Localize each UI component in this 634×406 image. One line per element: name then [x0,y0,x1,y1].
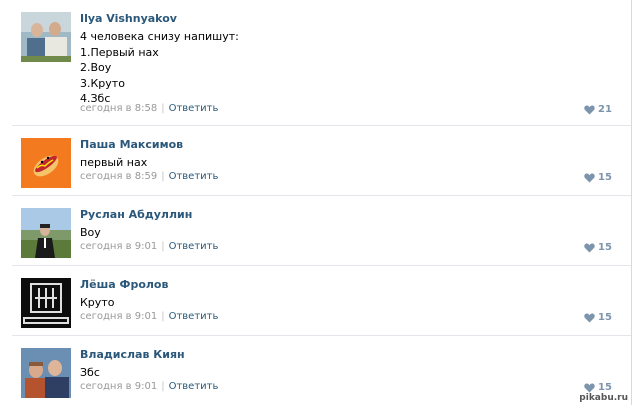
like-count: 15 [598,172,612,183]
heart-icon [584,243,595,252]
like-button[interactable]: 21 [584,104,612,115]
comment-text: первый нах [80,155,147,171]
comment-text-line: Воу [80,226,101,239]
comment-time[interactable]: сегодня в 9:01 [80,381,157,392]
comment-item: Паша Максимов первый нах сегодня в 8:59 |… [0,126,631,196]
comment-author[interactable]: Руслан Абдуллин [80,208,192,221]
comment-item: Ilya Vishnyakov 4 человека снизу напишут… [0,0,631,126]
comment-meta: сегодня в 8:58 | Ответить [80,103,218,114]
comment-item: Лёша Фролов Круто сегодня в 9:01 | Ответит… [0,266,631,336]
like-button[interactable]: 15 [584,312,612,323]
comment-author[interactable]: Лёша Фролов [80,278,168,291]
heart-icon [584,313,595,322]
comment-text: Збс [80,365,100,381]
avatar-group-of-boys-icon [21,348,71,398]
meta-divider: | [161,381,165,392]
comment-time[interactable]: сегодня в 9:01 [80,311,157,322]
meta-divider: | [161,241,165,252]
reply-link[interactable]: Ответить [169,171,219,182]
reply-link[interactable]: Ответить [169,311,219,322]
like-count: 15 [598,312,612,323]
comment-meta: сегодня в 9:01 | Ответить [80,311,218,322]
comment-meta: сегодня в 9:01 | Ответить [80,381,218,392]
meta-divider: | [161,103,165,114]
comment-item: Владислав Киян Збс сегодня в 9:01 | Ответи… [0,336,631,406]
comment-meta: сегодня в 9:01 | Ответить [80,241,218,252]
comment-text-line: 4 человека снизу напишут: [80,30,239,43]
comment-text: Воу [80,225,101,241]
avatar-two-young-men-icon [21,12,71,62]
comment-text-line: 2.Воу [80,61,112,74]
site-watermark: pikabu.ru [579,393,628,403]
comment-author[interactable]: Ilya Vishnyakov [80,12,177,25]
like-button[interactable]: 15 [584,382,612,393]
comment-text-line: первый нах [80,156,148,169]
page-right-border [631,0,632,405]
comment-time[interactable]: сегодня в 9:01 [80,241,157,252]
comment-text-line: Круто [80,296,115,309]
comment-text-line: 1.Первый нах [80,45,159,59]
comment-item: Руслан Абдуллин Воу сегодня в 9:01 | Ответ… [0,196,631,266]
comment-text: 4 человека снизу напишут: 1.Первый нах 2… [80,29,239,107]
avatar[interactable] [21,208,71,258]
like-button[interactable]: 15 [584,172,612,183]
like-button[interactable]: 15 [584,242,612,253]
avatar-hotdog-icon [21,138,71,188]
meta-divider: | [161,311,165,322]
heart-icon [584,105,595,114]
avatar[interactable] [21,278,71,328]
comment-text: Круто [80,295,114,311]
avatar[interactable] [21,138,71,188]
reply-link[interactable]: Ответить [169,241,219,252]
comment-time[interactable]: сегодня в 8:58 [80,103,157,114]
comment-author[interactable]: Владислав Киян [80,348,185,361]
reply-link[interactable]: Ответить [169,103,219,114]
meta-divider: | [161,171,165,182]
comment-time[interactable]: сегодня в 8:59 [80,171,157,182]
heart-icon [584,173,595,182]
like-count: 15 [598,242,612,253]
comment-text-line: Збс [80,366,100,379]
comment-author[interactable]: Паша Максимов [80,138,183,151]
like-count: 15 [598,382,612,393]
avatar-man-in-suit-icon [21,208,71,258]
like-count: 21 [598,104,612,115]
avatar[interactable] [21,12,71,62]
heart-icon [584,383,595,392]
avatar[interactable] [21,348,71,398]
avatar-rammstein-logo-icon [21,278,71,328]
comment-text-line: 3.Круто [80,76,125,90]
comment-meta: сегодня в 8:59 | Ответить [80,171,218,182]
reply-link[interactable]: Ответить [169,381,219,392]
